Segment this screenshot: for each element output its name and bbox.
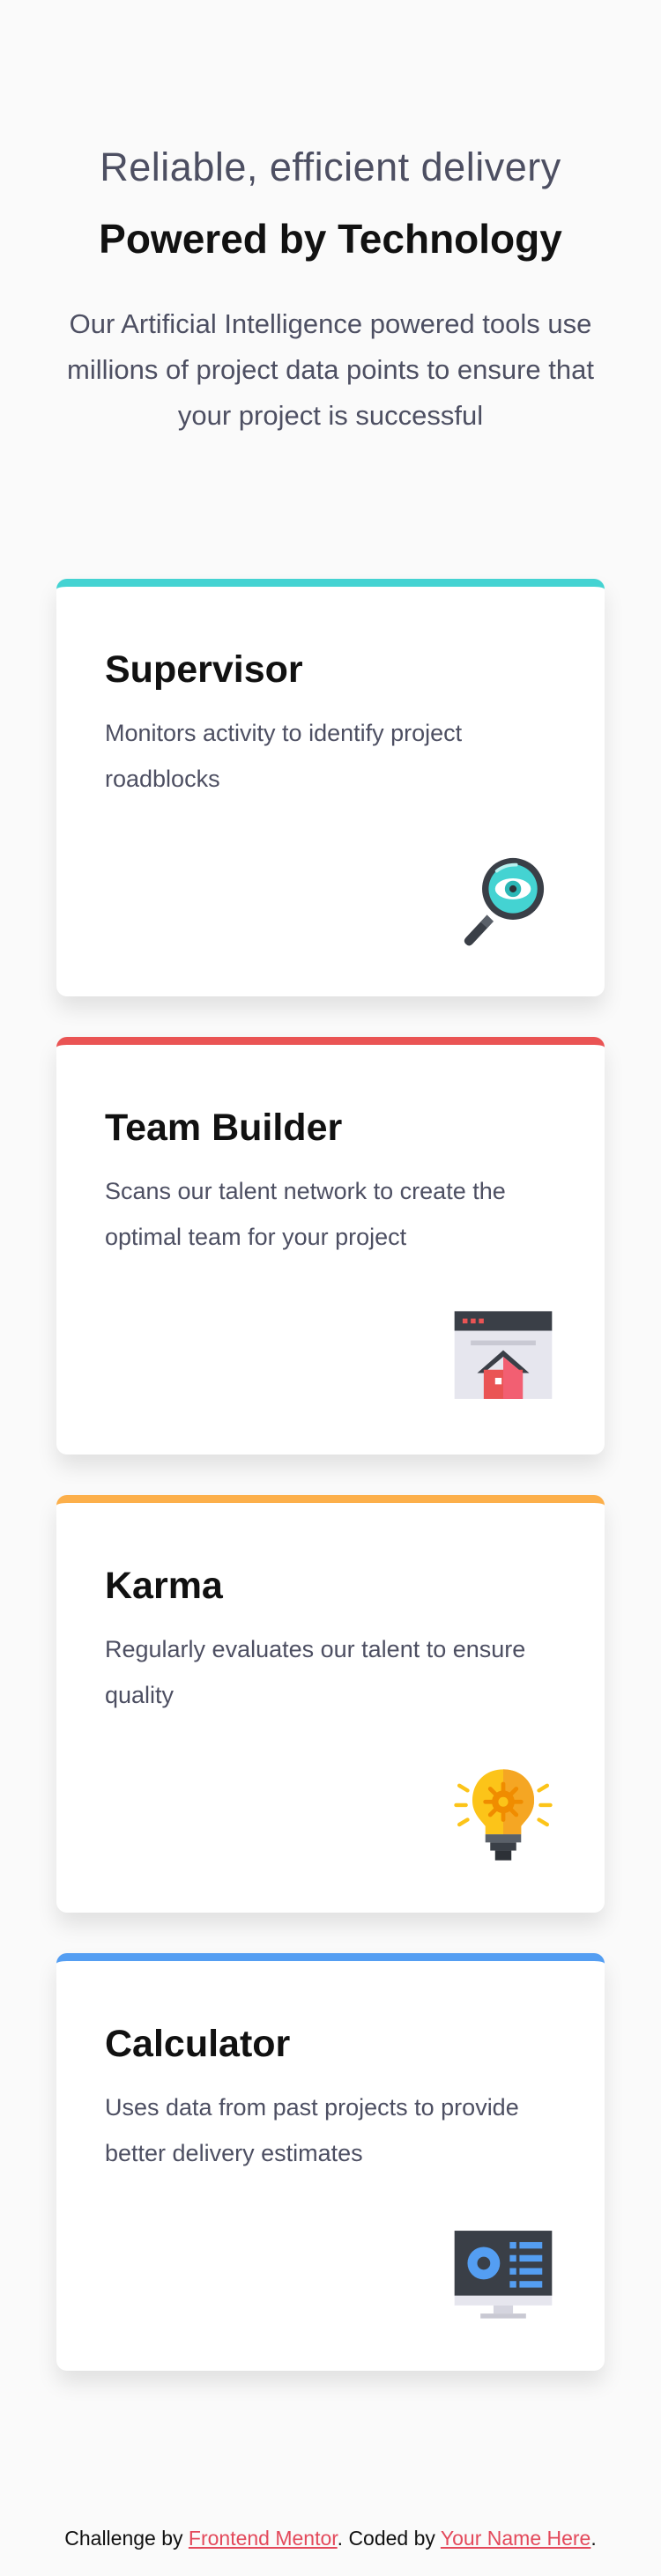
- footer-suffix: .: [590, 2527, 597, 2550]
- card-calculator: Calculator Uses data from past projects …: [56, 1953, 605, 2371]
- card-supervisor: Supervisor Monitors activity to identify…: [56, 579, 605, 996]
- card-title: Team Builder: [105, 1107, 343, 1149]
- card-title: Calculator: [105, 2023, 291, 2065]
- frontend-mentor-link[interactable]: Frontend Mentor: [189, 2527, 338, 2550]
- card-description: Monitors activity to identify project ro…: [105, 720, 463, 792]
- attribution-footer: Challenge by Frontend Mentor. Coded by Y…: [0, 2527, 661, 2550]
- hero-title: Powered by Technology: [99, 216, 562, 262]
- hero-description: Our Artificial Intelligence powered tool…: [67, 308, 594, 431]
- card-team-builder: Team Builder Scans our talent network to…: [56, 1037, 605, 1455]
- supervisor-magnifier-icon: [451, 847, 555, 951]
- card-description: Uses data from past projects to provide …: [105, 2094, 519, 2166]
- card-description: Scans our talent network to create the o…: [105, 1178, 506, 1250]
- card-title: Karma: [105, 1565, 223, 1607]
- card-title: Supervisor: [105, 648, 303, 691]
- author-link[interactable]: Your Name Here: [441, 2527, 590, 2550]
- karma-lightbulb-icon: [451, 1763, 555, 1867]
- calculator-monitor-icon: [451, 2221, 555, 2325]
- footer-middle: . Coded by: [337, 2527, 441, 2550]
- footer-prefix: Challenge by: [64, 2527, 189, 2550]
- card-karma: Karma Regularly evaluates our talent to …: [56, 1495, 605, 1913]
- team-builder-window-icon: [451, 1305, 555, 1409]
- hero-subtitle: Reliable, efficient delivery: [100, 144, 561, 189]
- page: Reliable, efficient delivery Powered by …: [0, 0, 661, 2576]
- card-description: Regularly evaluates our talent to ensure…: [105, 1636, 526, 1708]
